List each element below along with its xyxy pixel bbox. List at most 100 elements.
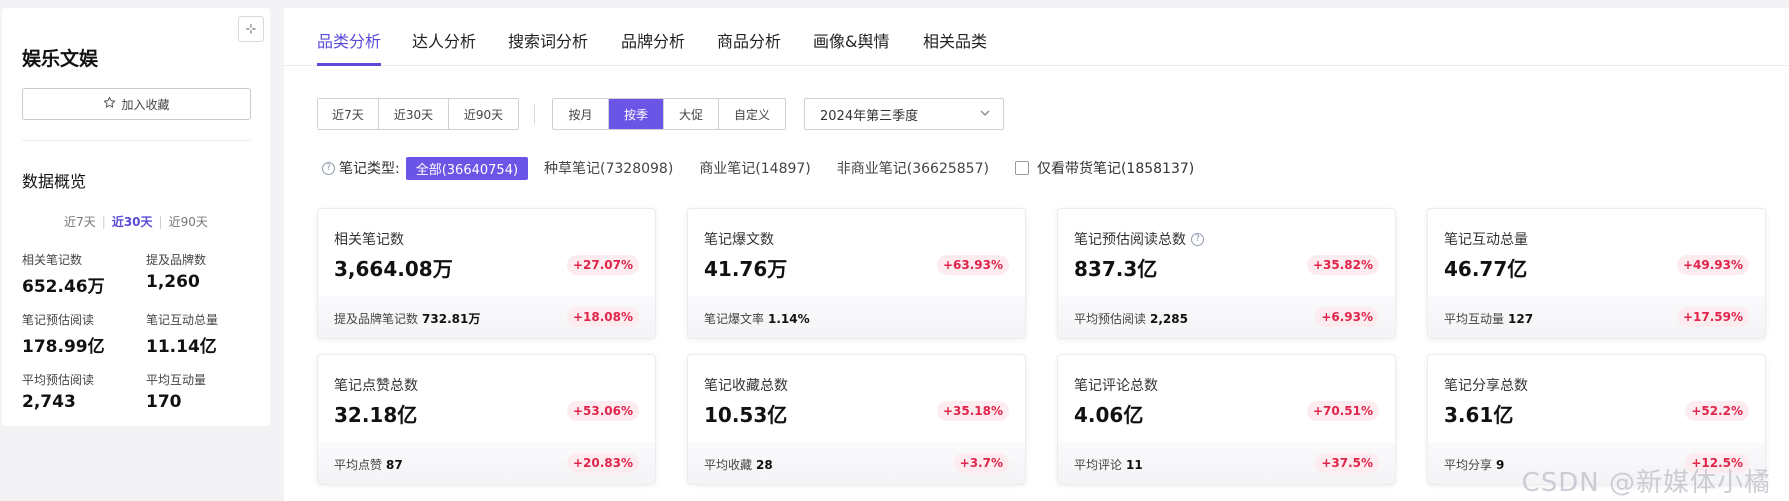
footer-metric: 平均互动量 127 xyxy=(1444,310,1533,327)
range-segmented: 近7天 近30天 近90天 xyxy=(317,98,519,130)
metric-value: 46.77亿 xyxy=(1444,257,1528,281)
note-type-commercial-chip[interactable]: 商业笔记(14897) xyxy=(699,158,810,178)
tab-influencer-analysis[interactable]: 达人分析 xyxy=(412,28,476,52)
granularity-custom[interactable]: 自定义 xyxy=(719,99,785,129)
stat-item: 笔记预估阅读 178.99亿 xyxy=(22,311,146,357)
footer-metric: 笔记爆文率 1.14% xyxy=(704,310,810,327)
overview-title: 数据概览 xyxy=(22,172,87,191)
stat-label: 笔记预估阅读 xyxy=(22,313,95,327)
footer-value: 732.81万 xyxy=(422,312,481,326)
granularity-promo[interactable]: 大促 xyxy=(664,99,719,129)
note-type-noncommercial-chip[interactable]: 非商业笔记(36625857) xyxy=(837,158,989,178)
tab-brand-analysis[interactable]: 品牌分析 xyxy=(621,28,685,52)
tab-persona-sentiment[interactable]: 画像&舆情 xyxy=(813,28,889,52)
chevron-down-icon xyxy=(979,107,991,122)
metric-footer: 平均互动量 127 +17.59% xyxy=(1428,296,1765,338)
granularity-quarter[interactable]: 按季 xyxy=(609,99,664,129)
metric-title-text: 笔记收藏总数 xyxy=(704,378,788,394)
footer-change-badge: +3.7% xyxy=(953,453,1009,473)
metric-change-badge: +49.93% xyxy=(1676,255,1749,275)
footer-metric: 平均预估阅读 2,285 xyxy=(1074,310,1188,327)
period-select-value: 2024年第三季度 xyxy=(820,108,919,124)
metric-footer: 平均收藏 28 +3.7% xyxy=(688,442,1025,484)
stat-label: 笔记互动总量 xyxy=(146,313,219,327)
stat-value: 178.99亿 xyxy=(22,337,105,357)
granularity-month[interactable]: 按月 xyxy=(553,99,609,129)
analysis-panel: 品类分析 达人分析 搜索词分析 品牌分析 商品分析 画像&舆情 相关品类 近7天… xyxy=(284,8,1789,501)
metric-value: 3.61亿 xyxy=(1444,403,1514,427)
sidebar-period-90d[interactable]: 近90天 xyxy=(163,213,214,230)
metric-card: 笔记收藏总数 10.53亿 +35.18% 平均收藏 28 +3.7% xyxy=(687,354,1026,485)
metric-value: 3,664.08万 xyxy=(334,257,453,281)
sidebar-period-7d[interactable]: 近7天 xyxy=(58,213,102,230)
metric-footer: 提及品牌笔记数 732.81万 +18.08% xyxy=(318,296,655,338)
footer-change-badge: +20.83% xyxy=(566,453,639,473)
granularity-segmented: 按月 按季 大促 自定义 xyxy=(552,98,786,130)
metric-footer: 笔记爆文率 1.14% xyxy=(688,296,1025,338)
note-type-seeding-chip[interactable]: 种草笔记(7328098) xyxy=(544,158,673,178)
metric-title: 笔记分享总数 xyxy=(1444,375,1528,395)
note-type-label: 笔记类型: xyxy=(339,161,400,177)
stat-value: 11.14亿 xyxy=(146,337,217,357)
metric-card: 笔记点赞总数 32.18亿 +53.06% 平均点赞 87 +20.83% xyxy=(317,354,656,485)
tab-product-analysis[interactable]: 商品分析 xyxy=(717,28,781,52)
metric-change-badge: +27.07% xyxy=(566,255,639,275)
footer-value: 2,285 xyxy=(1150,312,1188,326)
footer-value: 11 xyxy=(1126,458,1143,472)
help-icon[interactable]: ? xyxy=(1191,232,1204,246)
collapse-button[interactable]: ⊹ xyxy=(238,16,264,42)
metric-title-text: 笔记评论总数 xyxy=(1074,378,1158,394)
footer-change-badge: +6.93% xyxy=(1315,307,1379,327)
footer-change-badge: +18.08% xyxy=(566,307,639,327)
metric-card: 笔记评论总数 4.06亿 +70.51% 平均评论 11 +37.5% xyxy=(1057,354,1396,485)
footer-change-badge: +17.59% xyxy=(1676,307,1749,327)
overview-stats: 相关笔记数 652.46万 提及品牌数 1,260 笔记预估阅读 178.99亿 笔记… xyxy=(22,251,262,412)
metric-title-text: 笔记爆文数 xyxy=(704,232,774,248)
footer-metric: 平均收藏 28 xyxy=(704,456,773,473)
active-tab-indicator xyxy=(317,63,381,66)
stat-label: 平均互动量 xyxy=(146,373,207,387)
tab-related-categories[interactable]: 相关品类 xyxy=(923,28,987,52)
metric-change-badge: +53.06% xyxy=(566,401,639,421)
metric-footer: 平均点赞 87 +20.83% xyxy=(318,442,655,484)
footer-label: 平均点赞 xyxy=(334,458,383,472)
category-sidebar: ⊹ 娱乐文娱 加入收藏 数据概览 近7天 | 近30天 | 近90天 相关笔记数… xyxy=(2,8,270,426)
sales-notes-checkbox[interactable] xyxy=(1014,161,1029,175)
footer-change-badge: +37.5% xyxy=(1315,453,1379,473)
metric-value: 32.18亿 xyxy=(334,403,418,427)
stat-item: 平均预估阅读 2,743 xyxy=(22,371,146,412)
stat-value: 170 xyxy=(146,392,182,412)
stat-value: 2,743 xyxy=(22,392,76,412)
range-90d[interactable]: 近90天 xyxy=(449,99,518,129)
footer-label: 平均预估阅读 xyxy=(1074,312,1147,326)
metric-title: 相关笔记数 xyxy=(334,229,404,249)
metric-title-text: 笔记点赞总数 xyxy=(334,378,418,394)
footer-value: 127 xyxy=(1508,312,1534,326)
footer-label: 平均评论 xyxy=(1074,458,1123,472)
add-favorite-button[interactable]: 加入收藏 xyxy=(22,88,251,120)
stat-item: 提及品牌数 1,260 xyxy=(146,251,262,297)
sidebar-period-30d[interactable]: 近30天 xyxy=(106,213,159,230)
category-title: 娱乐文娱 xyxy=(22,48,99,70)
footer-value: 9 xyxy=(1496,458,1505,472)
footer-metric: 平均点赞 87 xyxy=(334,456,403,473)
sidebar-divider xyxy=(22,140,251,141)
range-7d[interactable]: 近7天 xyxy=(318,99,379,129)
metric-value: 4.06亿 xyxy=(1074,403,1144,427)
stat-item: 笔记互动总量 11.14亿 xyxy=(146,311,262,357)
footer-label: 平均收藏 xyxy=(704,458,753,472)
metric-footer: 平均预估阅读 2,285 +6.93% xyxy=(1058,296,1395,338)
sidebar-period-switch: 近7天 | 近30天 | 近90天 xyxy=(2,213,270,230)
stat-label: 相关笔记数 xyxy=(22,253,83,267)
stat-label: 提及品牌数 xyxy=(146,253,207,267)
note-type-all-chip[interactable]: 全部(36640754) xyxy=(405,156,529,180)
collapse-icon: ⊹ xyxy=(245,21,257,37)
footer-value: 87 xyxy=(386,458,403,472)
period-select[interactable]: 2024年第三季度 xyxy=(804,98,1004,130)
tab-keyword-analysis[interactable]: 搜索词分析 xyxy=(508,28,588,52)
help-icon[interactable]: ? xyxy=(322,161,335,175)
tab-category-analysis[interactable]: 品类分析 xyxy=(317,28,381,52)
footer-label: 平均互动量 xyxy=(1444,312,1505,326)
range-30d[interactable]: 近30天 xyxy=(379,99,449,129)
metric-title: 笔记互动总量 xyxy=(1444,229,1528,249)
